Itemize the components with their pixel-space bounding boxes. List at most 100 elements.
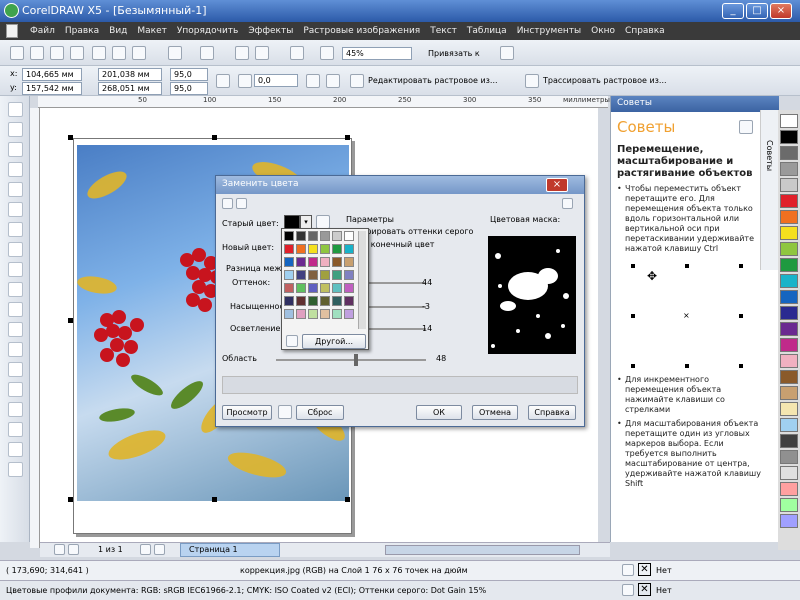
- table-tool-icon[interactable]: [8, 322, 23, 337]
- shape-tool-icon[interactable]: [8, 122, 23, 137]
- mirror-horizontal-icon[interactable]: [306, 74, 320, 88]
- freehand-tool-icon[interactable]: [8, 182, 23, 197]
- palette-swatch[interactable]: [780, 482, 798, 496]
- color-cell[interactable]: [296, 296, 306, 306]
- options-icon[interactable]: [500, 46, 514, 60]
- fill-tool-icon[interactable]: [8, 442, 23, 457]
- outline-tool-icon[interactable]: [8, 422, 23, 437]
- color-cell[interactable]: [344, 231, 354, 241]
- edit-bitmap-icon[interactable]: [350, 74, 364, 88]
- preview-button[interactable]: Просмотр: [222, 405, 272, 420]
- dimension-tool-icon[interactable]: [8, 342, 23, 357]
- app-launcher-icon[interactable]: [290, 46, 304, 60]
- color-cell[interactable]: [308, 257, 318, 267]
- close-button[interactable]: ×: [770, 3, 792, 19]
- interactive-fill-tool-icon[interactable]: [8, 462, 23, 477]
- side-tab-hints[interactable]: Советы: [765, 140, 774, 171]
- palette-swatch[interactable]: [780, 194, 798, 208]
- hue-value[interactable]: 44: [422, 278, 432, 287]
- other-color-button[interactable]: Другой...: [302, 334, 366, 349]
- cut-icon[interactable]: [92, 46, 106, 60]
- rectangle-tool-icon[interactable]: [8, 222, 23, 237]
- width-field[interactable]: 201,038 мм: [98, 68, 162, 81]
- color-cell[interactable]: [344, 296, 354, 306]
- saturation-value[interactable]: -3: [422, 302, 430, 311]
- trace-bitmap-button[interactable]: Трассировать растровое из...: [543, 76, 667, 85]
- palette-swatch[interactable]: [780, 274, 798, 288]
- eyedropper-tool-icon[interactable]: [8, 402, 23, 417]
- horizontal-scrollbar[interactable]: [385, 545, 580, 555]
- palette-swatch[interactable]: [780, 466, 798, 480]
- outline-none-icon[interactable]: ✕: [638, 583, 651, 596]
- palette-swatch[interactable]: [780, 386, 798, 400]
- color-cell[interactable]: [284, 309, 294, 319]
- color-cell[interactable]: [296, 244, 306, 254]
- position-x-field[interactable]: 104,665 мм: [22, 68, 82, 81]
- color-cell[interactable]: [284, 283, 294, 293]
- menu-layout[interactable]: Макет: [137, 26, 167, 36]
- selection-handle[interactable]: [212, 135, 217, 140]
- undo-icon[interactable]: [168, 46, 182, 60]
- palette-swatch[interactable]: [780, 162, 798, 176]
- polygon-tool-icon[interactable]: [8, 262, 23, 277]
- position-y-field[interactable]: 157,542 мм: [22, 82, 82, 95]
- lightness-value[interactable]: 14: [422, 324, 432, 333]
- color-cell[interactable]: [308, 296, 318, 306]
- first-page-icon[interactable]: [54, 544, 65, 555]
- palette-swatch[interactable]: [780, 402, 798, 416]
- next-page-icon[interactable]: [140, 544, 151, 555]
- palette-swatch[interactable]: [780, 178, 798, 192]
- hue-slider[interactable]: [366, 282, 426, 284]
- palette-swatch[interactable]: [780, 114, 798, 128]
- selection-handle[interactable]: [68, 497, 73, 502]
- open-folder-icon[interactable]: [30, 46, 44, 60]
- color-cell[interactable]: [284, 270, 294, 280]
- menu-view[interactable]: Вид: [109, 26, 127, 36]
- maximize-button[interactable]: □: [746, 3, 768, 19]
- color-cell[interactable]: [332, 296, 342, 306]
- color-cell[interactable]: [284, 244, 294, 254]
- selection-handle[interactable]: [68, 135, 73, 140]
- color-cell[interactable]: [308, 244, 318, 254]
- print-icon[interactable]: [70, 46, 84, 60]
- selection-handle[interactable]: [212, 497, 217, 502]
- tab-page-1[interactable]: Страница 1: [180, 543, 280, 557]
- color-profiles[interactable]: Цветовые профили документа: RGB: sRGB IE…: [6, 586, 486, 595]
- palette-swatch[interactable]: [780, 322, 798, 336]
- scale-x-field[interactable]: 95,0: [170, 68, 208, 81]
- color-cell[interactable]: [344, 283, 354, 293]
- previous-page-icon[interactable]: [68, 544, 79, 555]
- redo-icon[interactable]: [200, 46, 214, 60]
- ellipse-tool-icon[interactable]: [8, 242, 23, 257]
- menu-text[interactable]: Текст: [430, 26, 457, 36]
- color-cell[interactable]: [320, 309, 330, 319]
- menu-file[interactable]: Файл: [30, 26, 55, 36]
- color-cell[interactable]: [344, 270, 354, 280]
- palette-swatch[interactable]: [780, 498, 798, 512]
- palette-swatch[interactable]: [780, 226, 798, 240]
- export-icon[interactable]: [255, 46, 269, 60]
- menu-help[interactable]: Справка: [625, 26, 665, 36]
- color-cell[interactable]: [320, 257, 330, 267]
- copy-icon[interactable]: [112, 46, 126, 60]
- color-cell[interactable]: [320, 270, 330, 280]
- zoom-level-field[interactable]: 45%: [342, 47, 412, 60]
- color-cell[interactable]: [296, 257, 306, 267]
- color-cell[interactable]: [308, 283, 318, 293]
- selection-handle[interactable]: [68, 318, 73, 323]
- basic-shapes-tool-icon[interactable]: [8, 282, 23, 297]
- preview-split-icon[interactable]: [236, 198, 247, 209]
- dialog-menu-arrow-icon[interactable]: [562, 198, 573, 209]
- color-cell[interactable]: [296, 309, 306, 319]
- selection-handle[interactable]: [345, 497, 350, 502]
- cancel-button[interactable]: Отмена: [472, 405, 518, 420]
- palette-swatch[interactable]: [780, 434, 798, 448]
- color-cell[interactable]: [332, 257, 342, 267]
- popup-eyedropper-icon[interactable]: [286, 335, 298, 347]
- height-field[interactable]: 268,051 мм: [98, 82, 162, 95]
- color-cell[interactable]: [332, 231, 342, 241]
- color-cell[interactable]: [320, 231, 330, 241]
- color-cell[interactable]: [284, 257, 294, 267]
- color-cell[interactable]: [332, 283, 342, 293]
- ok-button[interactable]: ОК: [416, 405, 462, 420]
